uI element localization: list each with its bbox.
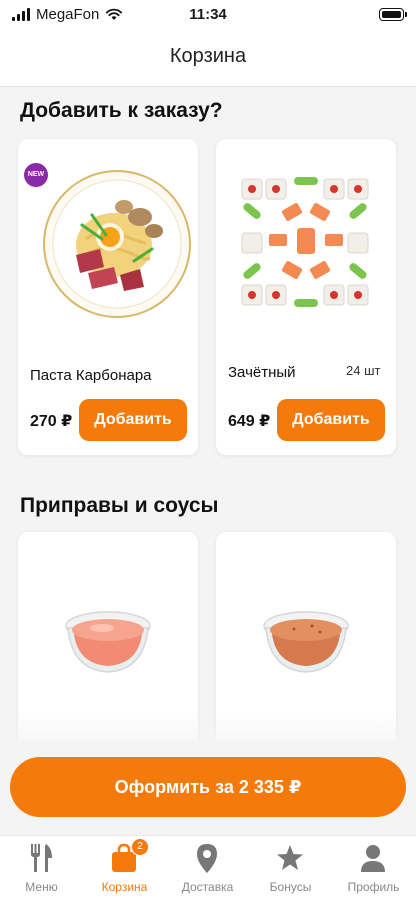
product-name: Зачётный: [228, 364, 296, 381]
add-carbonara-button[interactable]: Добавить: [79, 399, 187, 441]
tab-label: Доставка: [181, 880, 234, 894]
tab-bar: Меню 2 Корзина Доставка Бонусы Профиль: [0, 835, 416, 900]
product-price: 649 ₽: [228, 413, 271, 430]
battery-icon: [379, 8, 407, 21]
product-card-carbonara[interactable]: NEW Паста Карбонара 270 ₽ Добавить: [18, 139, 198, 455]
upsell-section-title: Добавить к заказу?: [20, 99, 223, 122]
fork-knife-icon: [31, 844, 52, 872]
product-card-zachetny[interactable]: Зачётный 24 шт 649 ₽ Добавить: [216, 139, 396, 455]
tab-profile[interactable]: Профиль: [332, 836, 415, 900]
tab-bonuses[interactable]: Бонусы: [249, 836, 332, 900]
tab-delivery[interactable]: Доставка: [166, 836, 249, 900]
status-bar: MegaFon 11:34: [0, 0, 416, 30]
sauces-section-title: Приправы и соусы: [20, 494, 219, 517]
product-price: 270 ₽: [30, 413, 73, 430]
map-pin-icon: [197, 844, 217, 873]
product-count: 24 шт: [346, 363, 381, 378]
nav-header: Корзина: [0, 30, 416, 87]
cart-count-badge: 2: [131, 838, 149, 856]
pasta-carbonara-image: [43, 170, 191, 318]
tab-menu[interactable]: Меню: [0, 836, 83, 900]
star-icon: [277, 845, 303, 870]
tab-label: Бонусы: [269, 880, 312, 894]
spicy-sauce-image: [65, 611, 151, 673]
tab-label: Профиль: [347, 880, 400, 894]
product-name: Паста Карбонара: [30, 367, 152, 384]
add-zachetny-button[interactable]: Добавить: [277, 399, 385, 441]
status-time: 11:34: [189, 6, 227, 23]
checkout-button[interactable]: Оформить за 2 335 ₽: [10, 757, 406, 817]
tab-cart[interactable]: 2 Корзина: [83, 836, 166, 900]
user-icon: [361, 845, 385, 872]
new-badge: NEW: [24, 163, 48, 187]
tab-label: Меню: [25, 880, 58, 894]
page-title: Корзина: [169, 45, 247, 67]
sushi-set-image: [241, 177, 369, 307]
tab-label: Корзина: [101, 880, 148, 894]
nut-sauce-image: [263, 611, 349, 673]
